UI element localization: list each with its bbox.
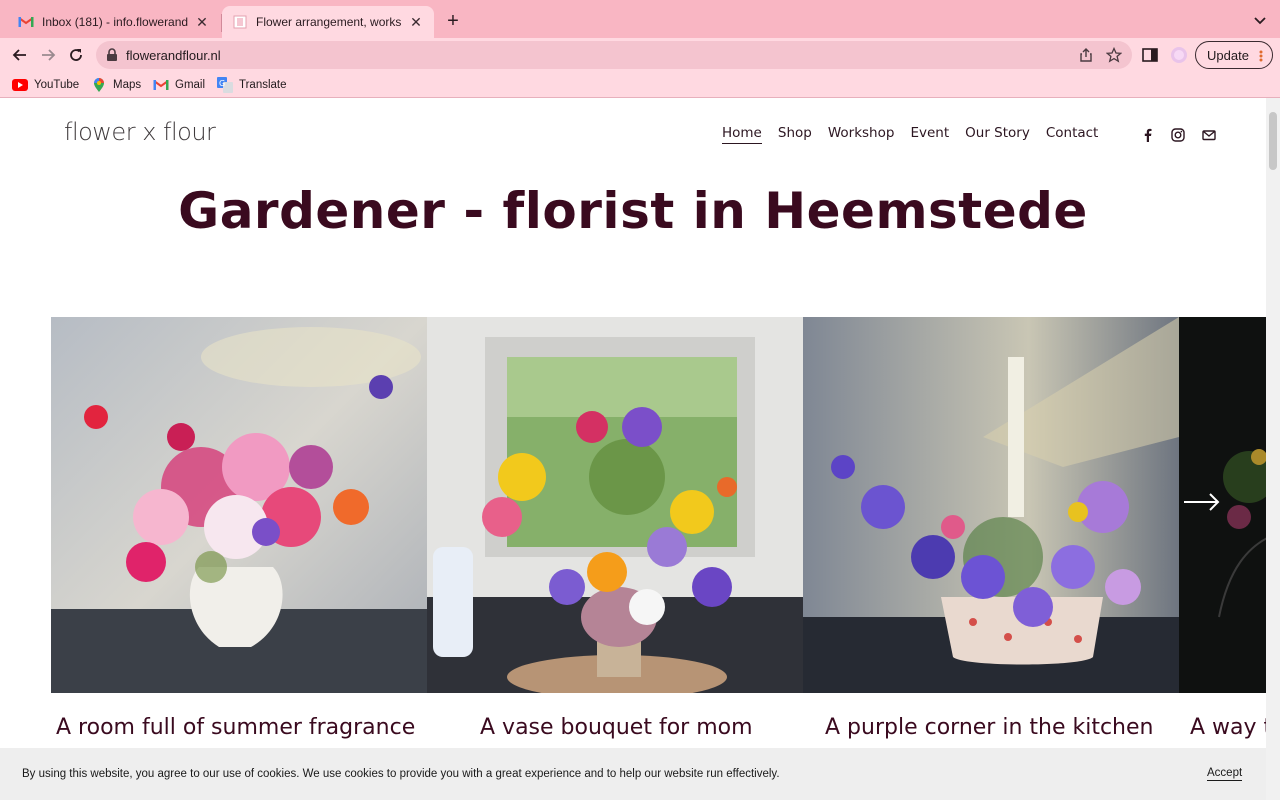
- cookie-message: By using this website, you agree to our …: [22, 768, 780, 780]
- forward-arrow-icon[interactable]: [36, 43, 60, 67]
- side-panel-icon[interactable]: [1141, 46, 1159, 64]
- bookmarks-bar: YouTube Maps Gmail G Translate: [0, 72, 1280, 98]
- bookmark-maps[interactable]: Maps: [91, 76, 141, 94]
- tab-title: Inbox (181) - info.flowerandflour.nl: [42, 15, 188, 29]
- page-title: Gardener - florist in Heemstede: [178, 182, 1088, 240]
- gmail-icon: [18, 14, 34, 30]
- youtube-icon: [12, 77, 28, 93]
- slide-caption[interactable]: A way t: [1190, 715, 1266, 740]
- image-carousel: [51, 317, 1266, 693]
- carousel-next-arrow-icon[interactable]: [1176, 484, 1226, 520]
- translate-icon: G: [217, 77, 233, 93]
- back-arrow-icon[interactable]: [8, 43, 32, 67]
- carousel-image-purple-corner[interactable]: [803, 317, 1179, 693]
- svg-text:G: G: [219, 79, 225, 88]
- bookmark-gmail[interactable]: Gmail: [153, 76, 205, 94]
- nav-home[interactable]: Home: [722, 125, 762, 144]
- tab-inbox[interactable]: Inbox (181) - info.flowerandflour.nl ✕: [8, 6, 220, 38]
- instagram-icon[interactable]: [1171, 128, 1185, 142]
- lock-icon[interactable]: [106, 48, 118, 62]
- site-favicon-icon: [232, 14, 248, 30]
- page-scrollbar[interactable]: [1266, 98, 1280, 800]
- facebook-icon[interactable]: [1141, 128, 1155, 142]
- browser-tab-bar: Inbox (181) - info.flowerandflour.nl ✕ F…: [0, 0, 1280, 38]
- carousel-image-vase-bouquet[interactable]: [427, 317, 803, 693]
- nav-workshop[interactable]: Workshop: [828, 125, 895, 144]
- close-tab-icon[interactable]: ✕: [194, 14, 210, 30]
- update-button[interactable]: Update: [1195, 41, 1273, 69]
- tab-title: Flower arrangement, workshop: [256, 15, 402, 29]
- gmail-icon: [153, 77, 169, 93]
- main-nav: Home Shop Workshop Event Our Story Conta…: [722, 125, 1098, 144]
- web-page: flower x flour Home Shop Workshop Event …: [0, 98, 1266, 800]
- bookmark-label: Maps: [113, 79, 142, 91]
- browser-toolbar: flowerandflour.nl Update: [0, 38, 1280, 72]
- new-tab-button[interactable]: +: [442, 11, 464, 33]
- slide-caption[interactable]: A room full of summer fragrance: [56, 715, 415, 740]
- nav-shop[interactable]: Shop: [778, 125, 812, 144]
- reload-icon[interactable]: [64, 43, 88, 67]
- bookmark-star-icon[interactable]: [1105, 46, 1123, 63]
- site-logo[interactable]: flower x flour: [64, 118, 216, 146]
- tab-flowerandflour[interactable]: Flower arrangement, workshop ✕: [222, 6, 434, 38]
- cookie-banner: By using this website, you agree to our …: [0, 748, 1266, 800]
- profile-avatar-icon[interactable]: [1170, 46, 1188, 64]
- bookmark-label: Translate: [239, 79, 287, 91]
- share-icon[interactable]: [1078, 47, 1094, 63]
- mail-icon[interactable]: [1202, 128, 1216, 142]
- maps-icon: [91, 77, 107, 93]
- menu-dots-icon[interactable]: [1259, 50, 1263, 62]
- bookmark-label: YouTube: [34, 79, 80, 91]
- scrollbar-thumb[interactable]: [1269, 112, 1277, 170]
- url-text: flowerandflour.nl: [126, 48, 221, 63]
- bookmark-translate[interactable]: G Translate: [217, 76, 287, 94]
- update-label: Update: [1207, 47, 1249, 63]
- tab-search-chevron-icon[interactable]: [1252, 12, 1268, 28]
- bookmark-youtube[interactable]: YouTube: [12, 76, 79, 94]
- slide-caption[interactable]: A purple corner in the kitchen: [825, 715, 1153, 740]
- bookmark-label: Gmail: [175, 79, 206, 91]
- nav-event[interactable]: Event: [910, 125, 949, 144]
- slide-caption[interactable]: A vase bouquet for mom: [480, 715, 753, 740]
- carousel-image-summer-fragrance[interactable]: [51, 317, 427, 693]
- accept-cookies-button[interactable]: Accept: [1207, 767, 1243, 781]
- address-bar[interactable]: flowerandflour.nl: [96, 41, 1132, 69]
- nav-contact[interactable]: Contact: [1046, 125, 1099, 144]
- nav-our-story[interactable]: Our Story: [965, 125, 1030, 144]
- close-tab-icon[interactable]: ✕: [408, 14, 424, 30]
